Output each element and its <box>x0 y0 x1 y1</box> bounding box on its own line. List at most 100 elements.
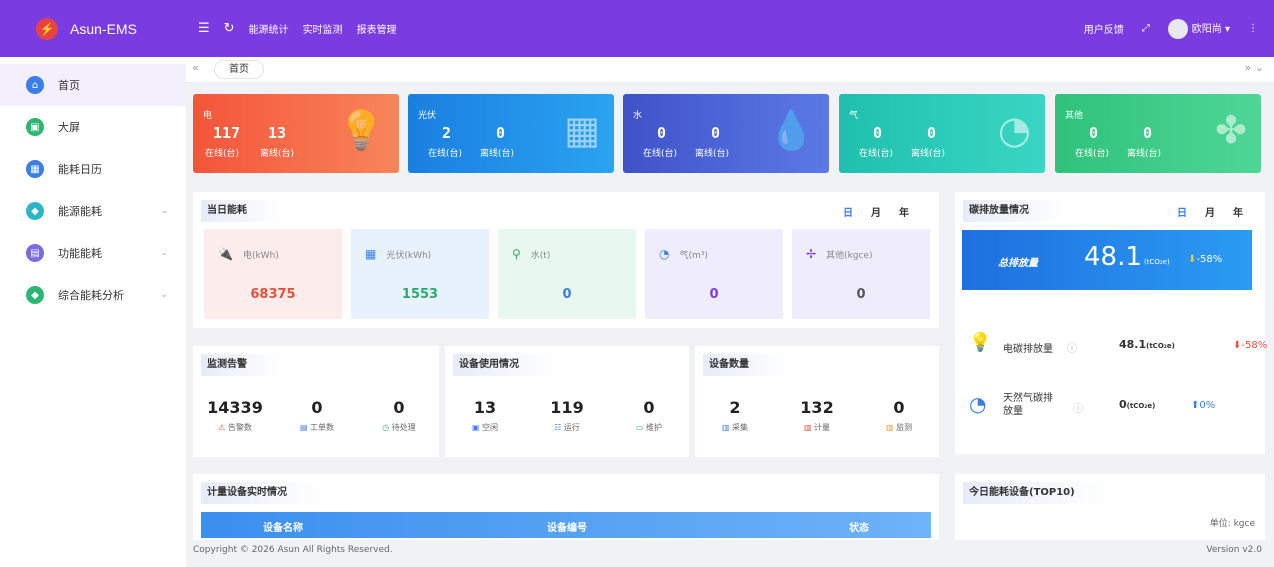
info-icon[interactable]: ⓘ <box>1073 400 1083 415</box>
metric-other: ✢ 其他(kgce) 0 <box>792 229 930 319</box>
row-name: 天然气碳排放量 <box>1003 393 1053 417</box>
brand[interactable]: ⚡ Asun-EMS <box>0 8 176 49</box>
metric-gas: ◔ 气(m³) 0 <box>645 229 783 319</box>
tab-home[interactable]: 首页 <box>214 60 264 79</box>
offline-count: 0 <box>1143 124 1153 142</box>
collect-icon: ▥ <box>721 423 733 432</box>
clover-icon: ✤ <box>1215 108 1247 152</box>
online-label: 在线(台) <box>859 149 894 159</box>
metric-name: ▦ 光伏(kWh) <box>365 247 432 261</box>
metric-name: 🔌 电(kWh) <box>218 247 279 261</box>
device-count-panel: 设备数量 2 ▥ 采集 132 ▥ 计量 0 ▥ 监测 <box>695 346 939 457</box>
gauge-icon: ◔ <box>997 108 1031 152</box>
solar-panel-icon: ▦ <box>564 108 600 152</box>
pinwheel-icon: ✢ <box>806 247 817 261</box>
scroll-left-icon[interactable]: « <box>192 61 199 74</box>
tab-day[interactable]: 日 <box>843 204 853 219</box>
online-label: 在线(台) <box>205 149 240 159</box>
card-other[interactable]: 其他 0 0 在线(台) 离线(台) ✤ <box>1055 94 1261 173</box>
stat-pending: 0 ◷ 待处理 <box>359 398 439 433</box>
sidebar-item-energy[interactable]: ◆ 能源能耗 ⌄ <box>0 190 186 232</box>
offline-count: 0 <box>927 124 937 142</box>
sidebar: ⌂ 首页 ▣ 大屏 ▦ 能耗日历 ◆ 能源能耗 ⌄ ▤ 功能能耗 ⌄ ◆ 综合能… <box>0 57 186 567</box>
metric-water: ⚲ 水(t) 0 <box>498 229 636 319</box>
column-device-code: 设备编号 <box>547 523 587 534</box>
scroll-right-icon[interactable]: » ⌄ <box>1245 61 1264 74</box>
stat-value: 119 <box>550 398 584 417</box>
online-count: 0 <box>657 124 667 142</box>
meter-icon: ▥ <box>803 423 815 432</box>
offline-count: 0 <box>496 124 506 142</box>
tab-year[interactable]: 年 <box>1233 204 1243 219</box>
sidebar-item-function[interactable]: ▤ 功能能耗 ⌄ <box>0 232 186 274</box>
nav-realtime-monitor[interactable]: 实时监测 <box>303 21 343 36</box>
maintenance-icon: ▭ <box>635 423 647 432</box>
sidebar-item-bigscreen[interactable]: ▣ 大屏 <box>0 106 186 148</box>
metric-value: 0 <box>562 287 572 302</box>
stat-running: 119 ☷ 运行 <box>527 398 607 433</box>
top-bar: ⚡ Asun-EMS ☰ ↻ 能源统计 实时监测 报表管理 用户反馈 ⤢ 欧阳尚… <box>0 0 1274 57</box>
more-icon[interactable]: ⋮ <box>1248 23 1258 34</box>
realtime-devices-panel: 计量设备实时情况 设备名称 设备编号 状态 <box>193 474 939 540</box>
stat-label: ▤ 工单数 <box>299 423 335 432</box>
total-unit: (tCO₂e) <box>1144 258 1170 266</box>
period-tabs: 日 月 年 <box>843 204 909 219</box>
stat-value: 0 <box>643 398 655 417</box>
tab-year[interactable]: 年 <box>899 204 909 219</box>
online-count: 2 <box>442 124 452 142</box>
running-icon: ☷ <box>554 423 564 432</box>
card-label: 光伏 <box>418 111 437 121</box>
total-change: ⬇-58% <box>1188 254 1223 265</box>
stat-alarms: 14339 ⚠ 告警数 <box>195 398 275 433</box>
sidebar-item-calendar[interactable]: ▦ 能耗日历 <box>0 148 186 190</box>
online-count: 0 <box>873 124 883 142</box>
nav-report-management[interactable]: 报表管理 <box>357 21 397 36</box>
daily-consumption-panel: 当日能耗 日 月 年 🔌 电(kWh) 68375 ▦ 光伏(kWh) 1553 ⚲… <box>193 192 939 328</box>
energy-icon: ◆ <box>26 202 44 220</box>
offline-label: 离线(台) <box>1127 149 1162 159</box>
card-solar[interactable]: 光伏 2 0 在线(台) 离线(台) ▦ <box>408 94 614 173</box>
stat-label: ⚠ 告警数 <box>218 423 252 432</box>
online-label: 在线(台) <box>643 149 678 159</box>
tab-month[interactable]: 月 <box>1205 204 1215 219</box>
metric-value: 0 <box>856 287 866 302</box>
feedback-link[interactable]: 用户反馈 <box>1084 21 1124 36</box>
tab-month[interactable]: 月 <box>871 204 881 219</box>
copyright: Copyright © 2026 Asun All Rights Reserve… <box>193 545 393 555</box>
carbon-row-gas: ◔ 天然气碳排放量 ⓘ 0(tCO₂e) ⬆0% <box>969 390 1265 424</box>
refresh-icon[interactable]: ↻ <box>224 21 235 36</box>
metric-name: ✢ 其他(kgce) <box>806 247 873 261</box>
chevron-down-icon: ⌄ <box>160 206 168 216</box>
card-electricity[interactable]: 电 117 13 在线(台) 离线(台) 💡 <box>193 94 399 173</box>
plug-icon: 🔌 <box>218 247 233 261</box>
menu-toggle-icon[interactable]: ☰ <box>198 21 210 36</box>
water-drop-icon: 💧 <box>767 108 815 152</box>
ticket-icon: ▤ <box>299 423 311 432</box>
version: Version v2.0 <box>1206 545 1262 555</box>
chevron-down-icon: ⌄ <box>160 248 168 258</box>
lightbulb-icon: 💡 <box>969 332 992 353</box>
unit-label: 单位: kgce <box>1209 519 1255 529</box>
function-icon: ▤ <box>26 244 44 262</box>
stat-maintenance: 0 ▭ 维护 <box>609 398 689 433</box>
nav-energy-stats[interactable]: 能源统计 <box>249 21 289 36</box>
row-change: ⬆0% <box>1191 400 1216 411</box>
card-label: 气 <box>849 111 859 121</box>
metric-value: 0 <box>709 287 719 302</box>
carbon-total-banner: 总排放量 48.1 (tCO₂e) ⬇-58% <box>962 230 1252 290</box>
card-gas[interactable]: 气 0 0 在线(台) 离线(台) ◔ <box>839 94 1045 173</box>
card-water[interactable]: 水 0 0 在线(台) 离线(台) 💧 <box>623 94 829 173</box>
panel-title: 今日能耗设备(TOP10) <box>963 482 1113 504</box>
stat-idle: 13 ▣ 空闲 <box>445 398 525 433</box>
user-menu[interactable]: 欧阳尚 ▾ <box>1167 18 1230 39</box>
row-value: 48.1(tCO₂e) <box>1119 338 1175 351</box>
stat-value: 0 <box>393 398 405 417</box>
sidebar-item-home[interactable]: ⌂ 首页 <box>0 64 186 106</box>
sidebar-item-analysis[interactable]: ◆ 综合能耗分析 ⌄ <box>0 274 186 316</box>
sidebar-item-label: 大屏 <box>58 121 80 134</box>
fullscreen-icon[interactable]: ⤢ <box>1142 23 1150 34</box>
online-count: 117 <box>213 124 241 142</box>
stat-label: ▭ 维护 <box>635 423 663 432</box>
info-icon[interactable]: ⓘ <box>1067 340 1077 355</box>
tab-day[interactable]: 日 <box>1177 204 1187 219</box>
